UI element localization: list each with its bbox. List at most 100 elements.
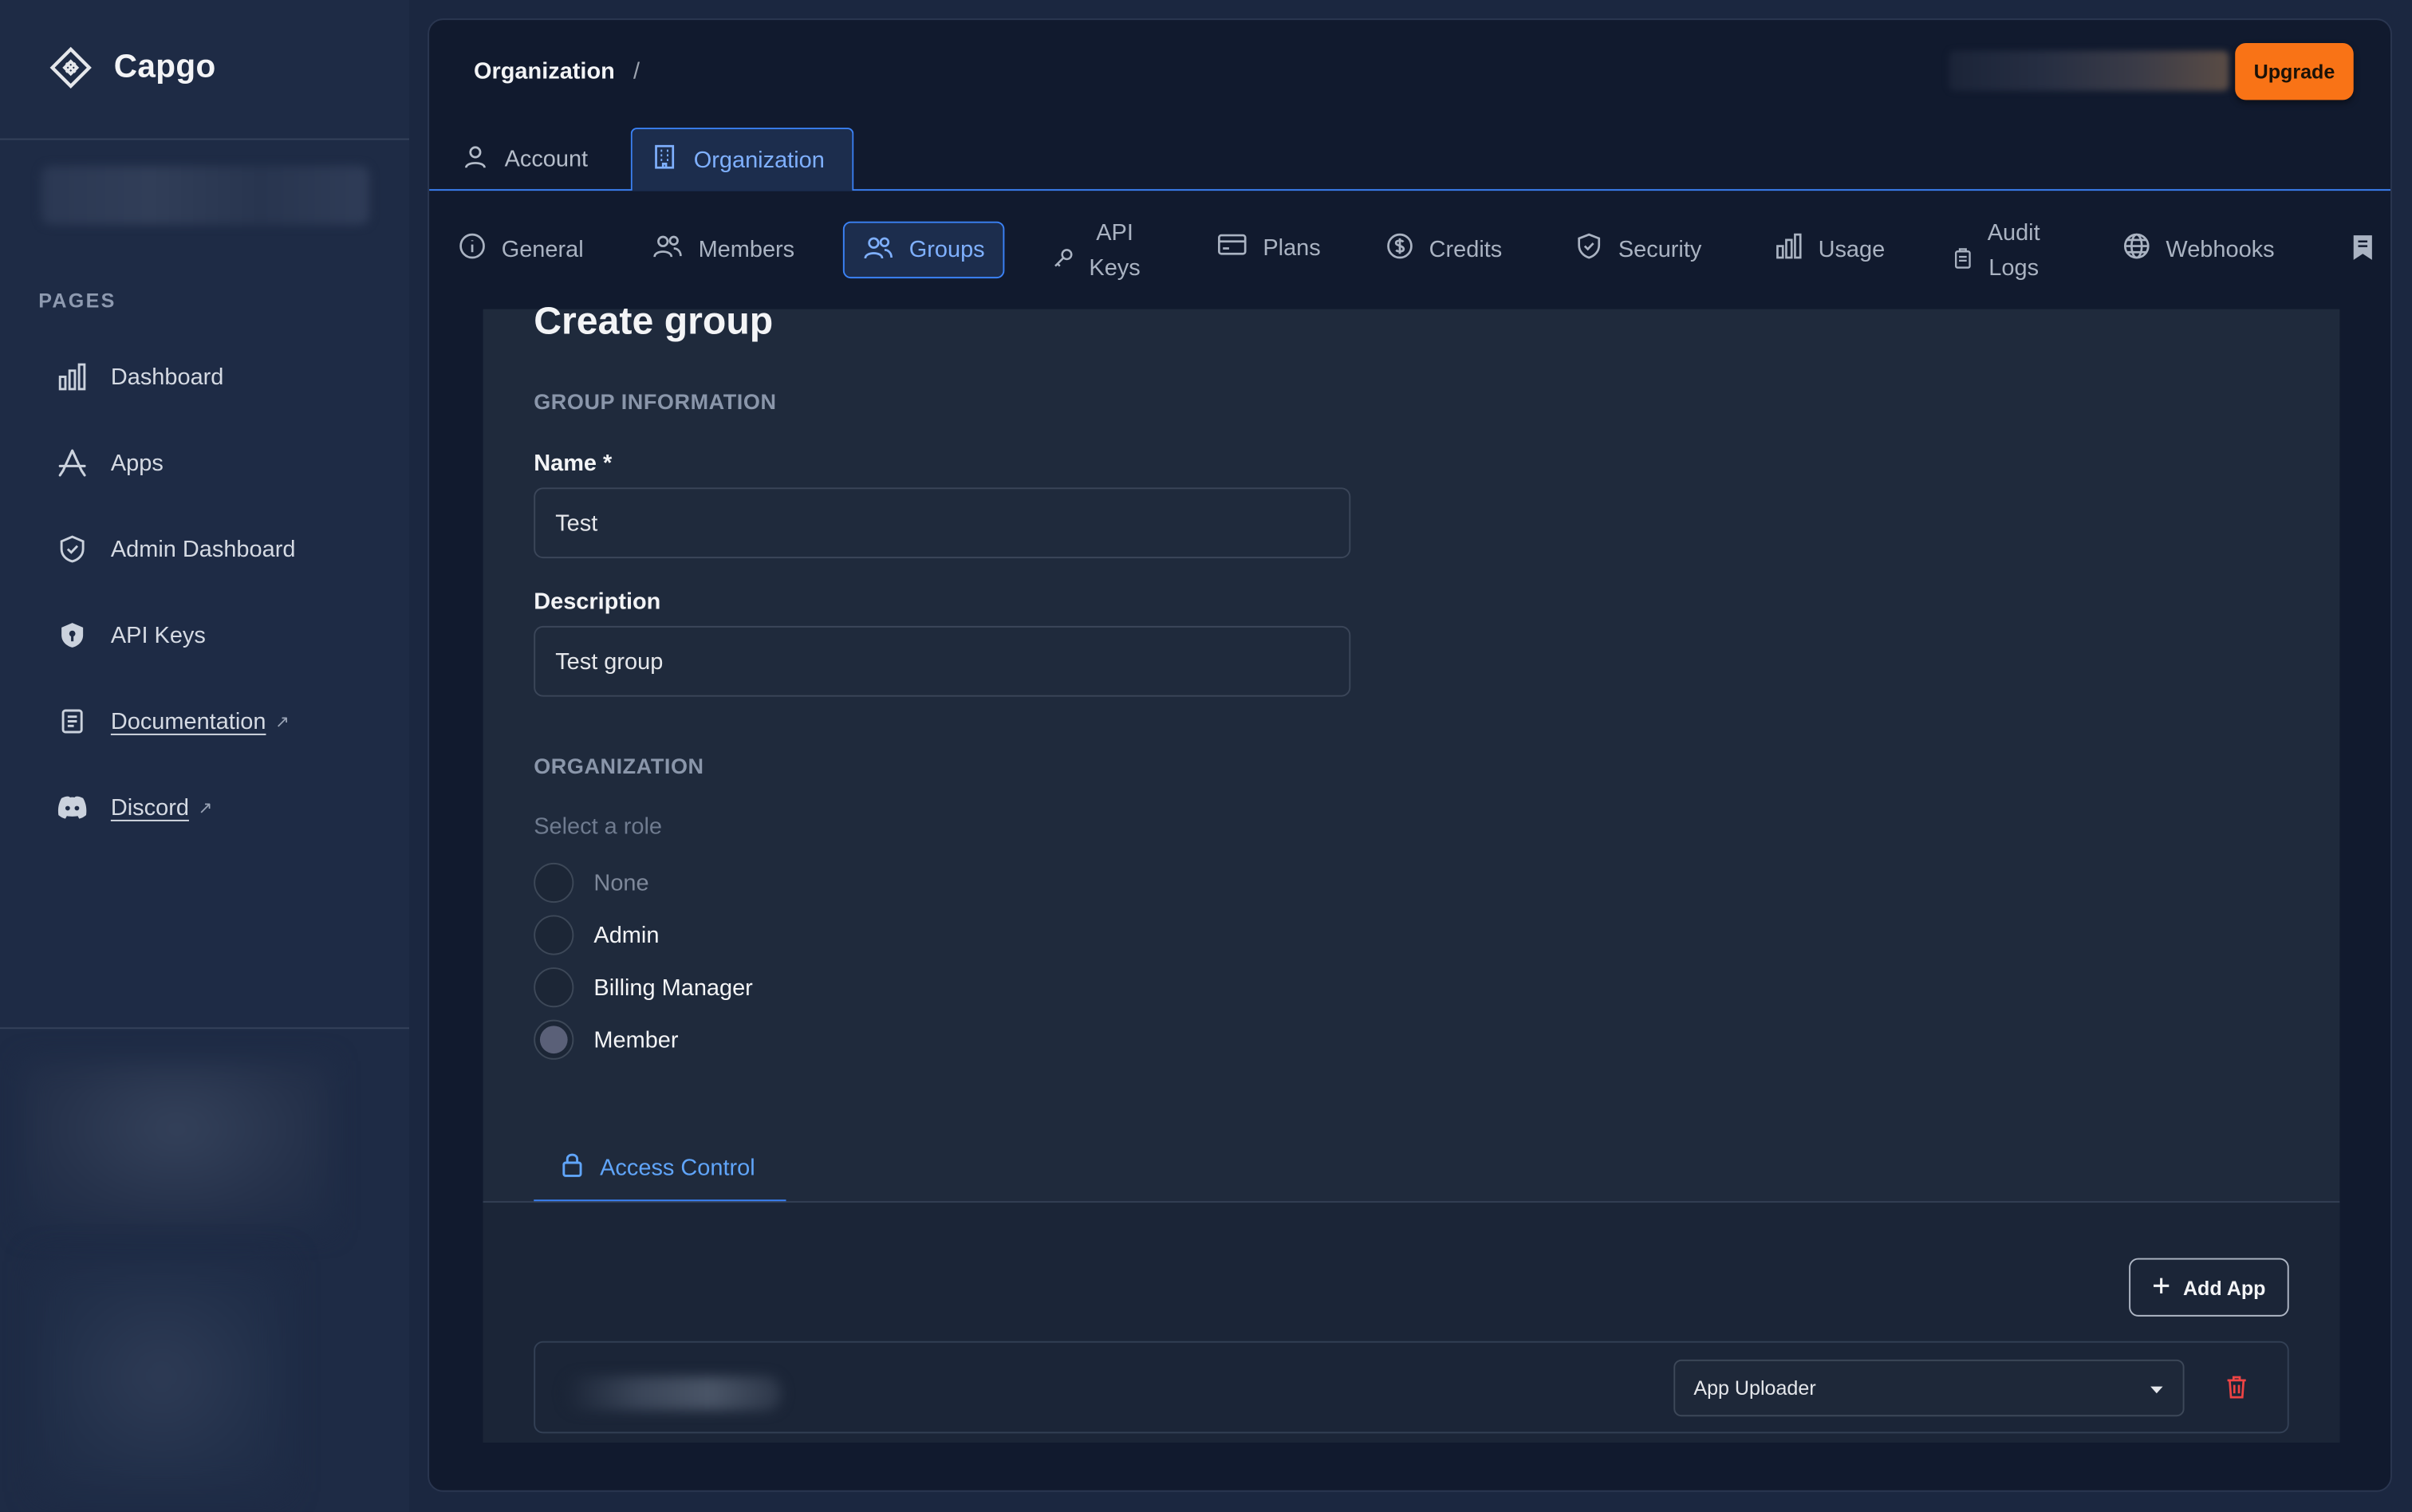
role-option-admin[interactable]: Admin	[534, 915, 659, 955]
breadcrumb: Organization /	[474, 58, 640, 85]
subtab-label: Webhooks	[2166, 236, 2275, 262]
role-label: Billing Manager	[593, 974, 753, 1001]
sidebar-item-api-keys[interactable]: API Keys	[55, 618, 206, 652]
sidebar-item-admin-dashboard[interactable]: Admin Dashboard	[55, 532, 295, 565]
subtab-label: Audit Logs	[1987, 219, 2040, 282]
role-option-member[interactable]: Member	[534, 1019, 679, 1060]
main-panel: Organization / Upgrade Account Organizat…	[428, 18, 2392, 1492]
upgrade-button[interactable]: Upgrade	[2235, 42, 2354, 100]
page-title: Create group	[534, 300, 774, 344]
clipboard-icon	[1953, 247, 1972, 275]
subtab-groups[interactable]: Groups	[842, 221, 1005, 279]
app-access-row: App Uploader	[534, 1341, 2289, 1434]
sidebar-divider	[0, 1027, 409, 1030]
sidebar-item-label: API Keys	[110, 622, 206, 648]
credit-card-icon	[1216, 232, 1247, 263]
organization-heading: ORGANIZATION	[534, 753, 704, 778]
tab-organization[interactable]: Organization	[630, 128, 854, 191]
subtab-security[interactable]: Security	[1575, 232, 1702, 266]
subtab-members[interactable]: Members	[652, 232, 794, 266]
sidebar-item-label: Admin Dashboard	[110, 536, 296, 562]
subtab-credits[interactable]: Credits	[1386, 232, 1503, 266]
account-info-blurred[interactable]	[1949, 50, 2229, 91]
description-input[interactable]: Test group	[534, 625, 1351, 697]
settings-top-tabs: Account Organization	[429, 128, 2390, 191]
subtab-label: Usage	[1818, 236, 1886, 262]
app-name-blurred	[566, 1376, 782, 1411]
name-input[interactable]: Test	[534, 487, 1351, 559]
role-radio-selected[interactable]	[534, 1019, 574, 1060]
app-store-icon	[55, 446, 89, 479]
caret-down-icon	[2149, 1376, 2164, 1400]
sidebar-item-dashboard[interactable]: Dashboard	[55, 360, 223, 393]
shield-check-icon	[55, 532, 89, 565]
add-app-button[interactable]: Add App	[2129, 1258, 2289, 1317]
sidebar-item-apps[interactable]: Apps	[55, 446, 164, 479]
create-group-form: Create group GROUP INFORMATION Name * Te…	[483, 300, 2340, 1443]
role-option-none[interactable]: None	[534, 862, 649, 904]
role-option-billing-manager[interactable]: Billing Manager	[534, 967, 753, 1008]
add-app-label: Add App	[2182, 1275, 2266, 1299]
bookmark-icon	[2351, 234, 2375, 267]
role-label: Member	[593, 1026, 679, 1053]
sidebar-item-label: Documentation	[110, 708, 266, 734]
subtab-audit-logs[interactable]: Audit Logs	[1953, 215, 2040, 286]
sidebar-footer-area	[38, 1261, 285, 1492]
subtab-label: Plans	[1263, 234, 1321, 261]
role-radio[interactable]	[534, 967, 574, 1008]
subtab-label: Credits	[1429, 236, 1503, 262]
subtab-more-overflow[interactable]	[2351, 234, 2375, 267]
info-icon	[459, 232, 487, 266]
breadcrumb-organization[interactable]: Organization	[474, 58, 615, 85]
brand[interactable]: Capgo	[49, 46, 216, 89]
sidebar-item-documentation[interactable]: Documentation ↗	[55, 704, 290, 738]
capgo-logo-icon	[49, 46, 93, 89]
subtab-api-keys[interactable]: API Keys	[1052, 215, 1141, 286]
subtab-webhooks[interactable]: Webhooks	[2122, 232, 2275, 266]
sidebar-item-label: Dashboard	[110, 364, 224, 390]
subtab-label: Groups	[908, 236, 985, 263]
chart-bars-icon	[55, 360, 89, 393]
description-label: Description	[534, 589, 661, 616]
subtab-general[interactable]: General	[459, 232, 584, 266]
pages-section-label: PAGES	[38, 289, 116, 313]
external-link-icon: ↗	[275, 712, 290, 732]
chart-bars-icon	[1776, 232, 1803, 266]
document-icon	[55, 704, 89, 738]
lock-icon	[560, 1151, 585, 1184]
delete-icon[interactable]	[2221, 1372, 2252, 1403]
role-prompt: Select a role	[534, 813, 663, 840]
external-link-icon: ↗	[198, 798, 213, 818]
sidebar-item-discord[interactable]: Discord ↗	[55, 790, 212, 824]
subtab-plans[interactable]: Plans	[1216, 232, 1321, 263]
subtab-usage[interactable]: Usage	[1776, 232, 1886, 266]
sidebar-divider	[0, 138, 409, 140]
sidebar-item-label: Discord	[110, 794, 189, 821]
brand-name: Capgo	[113, 49, 216, 85]
tab-label: Account	[504, 146, 589, 172]
app-role-select[interactable]: App Uploader	[1673, 1359, 2185, 1417]
group-information-heading: GROUP INFORMATION	[534, 388, 777, 414]
shield-key-icon	[55, 618, 89, 652]
subtab-label: General	[501, 236, 584, 262]
key-icon	[1052, 247, 1074, 275]
tab-access-control[interactable]: Access Control	[534, 1135, 786, 1203]
shield-icon	[1575, 232, 1603, 266]
plus-icon	[2152, 1276, 2170, 1299]
org-selector[interactable]	[41, 166, 369, 225]
building-icon	[651, 143, 679, 176]
users-icon	[863, 233, 894, 266]
user-profile-area[interactable]	[22, 1061, 331, 1230]
users-icon	[652, 232, 684, 266]
tab-account[interactable]: Account	[443, 128, 606, 191]
organization-sub-tabs: General Members Groups API Keys Plans Cre…	[429, 192, 2390, 309]
breadcrumb-separator: /	[633, 58, 640, 85]
discord-icon	[55, 790, 89, 824]
subtab-label: API Keys	[1089, 219, 1141, 282]
role-radio[interactable]	[534, 915, 574, 955]
subtab-label: Security	[1618, 236, 1702, 262]
name-label: Name *	[534, 451, 613, 477]
role-radio[interactable]	[534, 862, 574, 904]
globe-icon	[2122, 232, 2150, 266]
tab-label: Organization	[693, 147, 825, 173]
